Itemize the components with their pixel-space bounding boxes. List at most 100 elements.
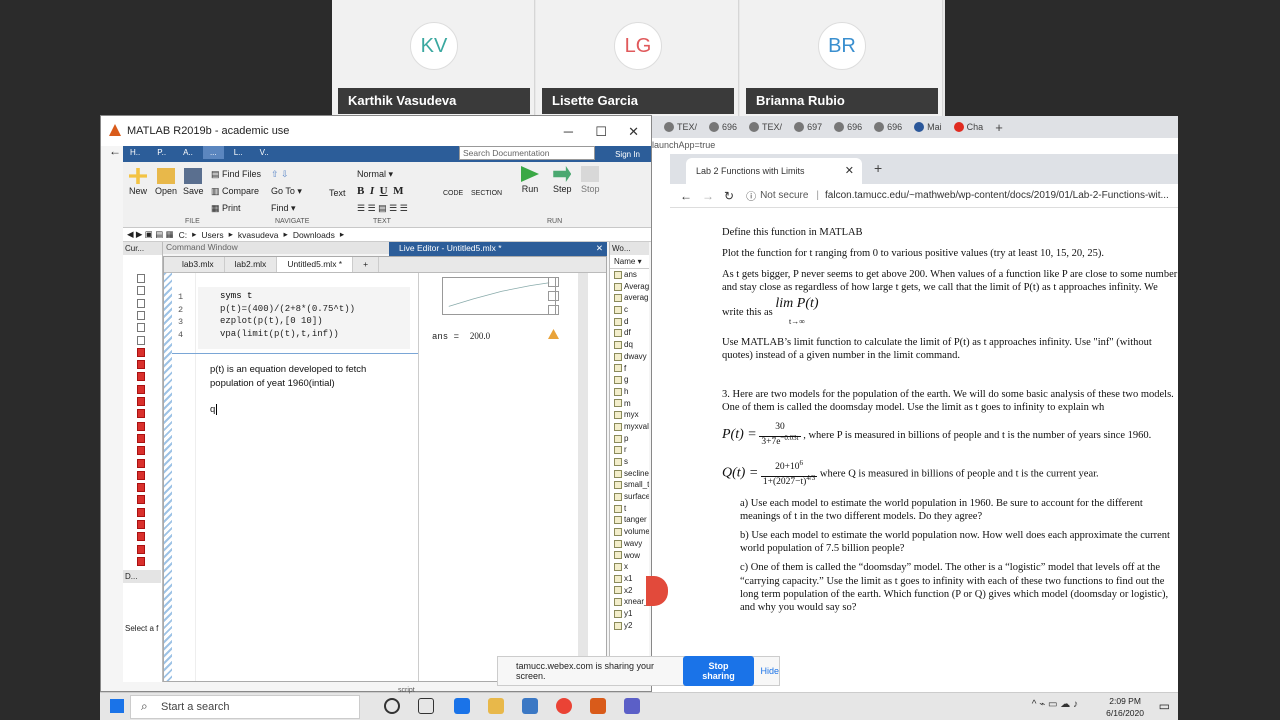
find-files-button[interactable]: ▤ Find Files: [211, 166, 261, 183]
editor-tab[interactable]: lab3.mlx: [172, 257, 225, 272]
file-icon[interactable]: [137, 433, 145, 443]
workspace-variable[interactable]: wow: [610, 550, 649, 562]
workspace-variable[interactable]: myxval: [610, 421, 649, 433]
editor-tab[interactable]: lab2.mlx: [225, 257, 278, 272]
code-group[interactable]: CODE: [443, 190, 463, 197]
system-tray-icons[interactable]: ^ ⌁ ▭ ☁ ♪: [1032, 699, 1078, 710]
close-icon[interactable]: ✕: [628, 124, 639, 140]
workspace-variable[interactable]: volume: [610, 526, 649, 538]
file-icon[interactable]: [137, 532, 145, 542]
file-icon[interactable]: [137, 495, 145, 505]
workspace-variable[interactable]: c: [610, 304, 649, 316]
underline-button[interactable]: U: [380, 185, 388, 197]
browser-tab[interactable]: Mai: [908, 122, 948, 132]
stop-button[interactable]: Stop: [581, 166, 600, 194]
clock[interactable]: 2:09 PM 6/16/2020: [1106, 695, 1144, 719]
reload-icon[interactable]: ↻: [724, 189, 734, 203]
file-icon[interactable]: [137, 298, 145, 308]
path-segment[interactable]: Users: [201, 230, 223, 240]
chrome-icon[interactable]: [556, 698, 572, 714]
workspace-variable[interactable]: d: [610, 316, 649, 328]
hide-button[interactable]: Hide: [760, 666, 779, 676]
run-button[interactable]: Run: [521, 166, 539, 194]
save-button[interactable]: Save: [183, 168, 204, 196]
editor-tab-active[interactable]: Untitled5.mlx *: [277, 257, 354, 272]
file-icon[interactable]: [137, 372, 145, 382]
workspace-variable[interactable]: y1: [610, 608, 649, 620]
tab-plots[interactable]: P..: [150, 146, 173, 159]
browser-tab[interactable]: 696: [703, 122, 743, 132]
workspace-variable[interactable]: dwavy: [610, 351, 649, 363]
close-icon[interactable]: ✕: [596, 243, 603, 254]
workspace-variable[interactable]: g: [610, 374, 649, 386]
command-window-header[interactable]: Command Window: [163, 242, 389, 254]
new-tab-icon[interactable]: +: [353, 257, 380, 272]
file-icon[interactable]: [137, 323, 145, 333]
output-right-icon[interactable]: [548, 291, 559, 301]
code-block[interactable]: syms t p(t)=(400)/(2+8*(0.75^t)) ezplot(…: [198, 287, 410, 349]
file-icon[interactable]: [137, 274, 145, 283]
workspace-variable[interactable]: s: [610, 456, 649, 468]
text-button[interactable]: Text: [329, 188, 346, 198]
tab-insert[interactable]: L..: [227, 146, 250, 159]
workspace-variable[interactable]: df: [610, 327, 649, 339]
workspace-variable[interactable]: secline: [610, 468, 649, 480]
browser-tab[interactable]: 696: [868, 122, 908, 132]
file-icon[interactable]: [137, 310, 145, 320]
workspace-variable[interactable]: tanger: [610, 514, 649, 526]
stop-sharing-button[interactable]: Stop sharing: [682, 656, 755, 686]
new-button[interactable]: New: [129, 168, 147, 196]
bold-button[interactable]: B: [357, 185, 364, 197]
new-tab-icon[interactable]: +: [874, 160, 882, 176]
workspace-variable[interactable]: y2: [610, 620, 649, 632]
matlab-taskbar-icon[interactable]: [590, 698, 606, 714]
output-inline-icon[interactable]: [548, 277, 559, 287]
file-icon[interactable]: [137, 507, 145, 517]
workspace-variable[interactable]: wavy: [610, 538, 649, 550]
minimize-icon[interactable]: ─: [564, 124, 573, 139]
file-icon[interactable]: [137, 544, 145, 554]
workspace-variable[interactable]: h: [610, 386, 649, 398]
workspace-variable[interactable]: t: [610, 503, 649, 515]
workspace-variable[interactable]: surface: [610, 491, 649, 503]
browser-tab[interactable]: 697: [788, 122, 828, 132]
back-icon[interactable]: ←: [680, 189, 692, 203]
workspace-variable[interactable]: m: [610, 398, 649, 410]
step-button[interactable]: Step: [553, 166, 572, 194]
monospace-button[interactable]: M: [393, 185, 403, 197]
file-icon[interactable]: [137, 384, 145, 394]
taskbar-search[interactable]: ⌕ Start a search: [130, 695, 360, 719]
path-segment[interactable]: kvasudeva: [238, 230, 279, 240]
workspace-variable[interactable]: f: [610, 363, 649, 375]
goto-button[interactable]: Go To ▾: [271, 183, 302, 200]
tab-lab2[interactable]: Lab 2 Functions with Limits ✕: [686, 158, 862, 184]
tab-home[interactable]: H..: [123, 146, 147, 159]
style-select[interactable]: Normal ▾: [357, 166, 408, 183]
workspace-variable[interactable]: dq: [610, 339, 649, 351]
file-icon[interactable]: [137, 520, 145, 529]
teams-icon[interactable]: [624, 698, 640, 714]
maximize-icon[interactable]: ☐: [595, 124, 607, 140]
file-icon[interactable]: [137, 360, 145, 370]
new-tab-icon[interactable]: +: [989, 120, 1009, 135]
path-segment[interactable]: Downloads: [293, 230, 335, 240]
file-icon[interactable]: [137, 470, 145, 480]
print-button[interactable]: ▦ Print: [211, 200, 261, 217]
participant-tile[interactable]: BR Brianna Rubio: [740, 0, 943, 116]
url-input[interactable]: falcon.tamucc.edu/~mathweb/wp-content/do…: [825, 190, 1169, 201]
workspace-variable[interactable]: x2: [610, 585, 649, 597]
file-icon[interactable]: [137, 458, 145, 468]
workspace-variable[interactable]: p: [610, 433, 649, 445]
section-group[interactable]: SECTION: [471, 190, 502, 197]
task-view-icon[interactable]: [418, 698, 434, 714]
workspace-variable[interactable]: x: [610, 561, 649, 573]
file-explorer-icon[interactable]: [488, 698, 504, 714]
search-documentation-input[interactable]: Search Documentation: [459, 146, 595, 160]
workspace-variable[interactable]: small_t: [610, 479, 649, 491]
column-header[interactable]: Name ▾: [610, 255, 649, 269]
cortana-icon[interactable]: [384, 698, 400, 714]
tab-live-editor[interactable]: ...: [202, 146, 224, 159]
forward-icon[interactable]: →: [702, 189, 714, 203]
text-block[interactable]: p(t) is an equation developed to fetch p…: [210, 363, 410, 417]
file-icon[interactable]: [137, 556, 145, 566]
